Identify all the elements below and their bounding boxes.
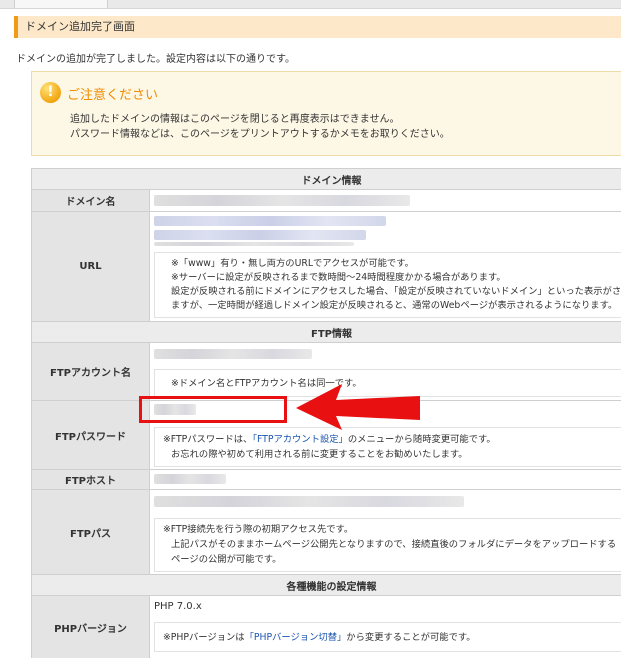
ftp-path-label: FTPパス <box>32 490 149 574</box>
ftp-password-note-post: のメニューから随時変更可能です。 <box>347 434 496 445</box>
notice-line-1: 追加したドメインの情報はこのページを閉じると再度表示はできません。 <box>70 114 400 125</box>
top-tab[interactable] <box>14 0 108 8</box>
url-label: URL <box>32 212 149 321</box>
url-notes-box: ※「www」有り・無し両方のURLでアクセスが可能です。 ※サーバーに設定が反映… <box>154 252 621 318</box>
php-version-label: PHPバージョン <box>32 596 149 658</box>
php-note-pre: ※PHPバージョンは <box>163 632 245 643</box>
ftp-account-blurred <box>154 349 312 359</box>
notice-box: ! ご注意ください 追加したドメインの情報はこのページを閉じると再度表示はできま… <box>31 71 621 156</box>
ftp-info-heading: FTP情報 <box>32 322 621 342</box>
annotation-arrow-icon <box>296 384 420 430</box>
url-blurred-3 <box>154 242 354 246</box>
php-note-post: から変更することが可能です。 <box>346 632 476 643</box>
url-note-2: ※サーバーに設定が反映されるまで数時間～24時間程度かかる場合があります。 <box>171 272 506 283</box>
domain-name-label: ドメイン名 <box>32 190 149 211</box>
ftp-host-label: FTPホスト <box>32 470 149 489</box>
ftp-account-settings-link[interactable]: 「FTPアカウント設定」 <box>252 434 348 445</box>
page-title: ドメイン追加完了画面 <box>14 16 621 38</box>
ftp-path-blurred <box>154 496 464 507</box>
php-note: ※PHPバージョンは「PHPバージョン切替」から変更することが可能です。 <box>163 631 476 644</box>
notice-title: ご注意ください <box>67 88 159 103</box>
ftp-password-note: ※FTPパスワードは、「FTPアカウント設定」のメニューから随時変更可能です。 <box>163 433 496 446</box>
url-note-4: ますが、一定時間が経過しドメイン設定が反映されると、通常のWebページが表示され… <box>171 300 618 311</box>
url-note-3: 設定が反映される前にドメインにアクセスした場合、「設定が反映されていないドメイン… <box>171 286 621 297</box>
features-heading: 各種機能の設定情報 <box>32 575 621 595</box>
ftp-path-note-1: ※FTP接続先を行う際の初期アクセス先です。 <box>163 524 354 535</box>
url-blurred-2[interactable] <box>154 230 366 240</box>
ftp-path-note-box: ※FTP接続先を行う際の初期アクセス先です。 上記パスがそのままホームページ公開… <box>154 518 621 572</box>
php-note-box: ※PHPバージョンは「PHPバージョン切替」から変更することが可能です。 <box>154 622 621 652</box>
ftp-password-label: FTPパスワード <box>32 401 149 469</box>
url-note-1: ※「www」有り・無し両方のURLでアクセスが可能です。 <box>171 258 414 269</box>
ftp-password-note-2: お忘れの際や初めて利用される前に変更することをお勧めいたします。 <box>171 449 468 460</box>
ftp-path-note-3: ページの公開が可能です。 <box>171 554 282 565</box>
url-value: ※「www」有り・無し両方のURLでアクセスが可能です。 ※サーバーに設定が反映… <box>150 212 621 321</box>
php-version-value: PHP 7.0.x ※PHPバージョンは「PHPバージョン切替」から変更すること… <box>150 596 621 658</box>
domain-info-heading: ドメイン情報 <box>32 169 621 189</box>
ftp-host-value <box>150 470 621 489</box>
php-version-switch-link[interactable]: 「PHPバージョン切替」 <box>245 632 347 643</box>
ftp-account-label: FTPアカウント名 <box>32 343 149 400</box>
intro-text: ドメインの追加が完了しました。設定内容は以下の通りです。 <box>16 54 295 65</box>
notice-line-2: パスワード情報などは、このページをプリントアウトするかメモをお取りください。 <box>70 129 450 140</box>
php-version-text: PHP 7.0.x <box>154 601 202 612</box>
url-blurred-1[interactable] <box>154 216 386 226</box>
ftp-host-blurred <box>154 474 226 484</box>
exclamation-icon: ! <box>40 82 61 103</box>
ftp-path-note-2: 上記パスがそのままホームページ公開先となりますので、接続直後のフォルダにデータを… <box>171 539 617 550</box>
ftp-path-value: ※FTP接続先を行う際の初期アクセス先です。 上記パスがそのままホームページ公開… <box>150 490 621 574</box>
domain-name-value <box>150 190 621 211</box>
ftp-password-note-pre: ※FTPパスワードは、 <box>163 434 253 445</box>
domain-name-blurred <box>154 195 410 206</box>
ftp-password-note-box: ※FTPパスワードは、「FTPアカウント設定」のメニューから随時変更可能です。 … <box>154 427 621 467</box>
annotation-highlight-box <box>139 396 287 423</box>
top-tab-strip <box>0 0 621 9</box>
